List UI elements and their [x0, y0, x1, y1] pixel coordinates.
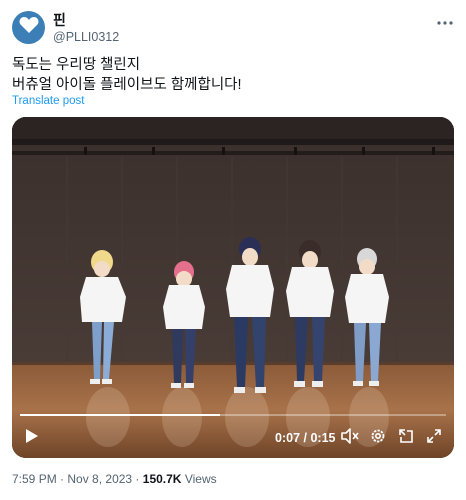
avatar[interactable] [12, 11, 45, 44]
post-text-line: 버츄얼 아이돌 플레이브도 함께합니다! [12, 77, 242, 93]
fullscreen-icon [426, 428, 442, 449]
video-controls: 0:07 / 0:15 [12, 418, 454, 458]
display-name[interactable]: 핀 [53, 12, 119, 29]
post-text-line: 독도는 우리땅 챌린지 [12, 57, 141, 73]
post-time[interactable]: 7:59 PM [12, 472, 57, 486]
current-time: 0:07 [275, 431, 301, 445]
more-icon [437, 12, 453, 30]
post-header: 핀 @PLLI0312 [12, 11, 456, 51]
play-button[interactable] [22, 428, 42, 448]
post-meta: 7:59 PM · Nov 8, 2023 · 150.7K Views [12, 472, 217, 486]
video-time: 0:07 / 0:15 [275, 431, 335, 445]
picture-in-picture-icon [398, 428, 414, 449]
views-count: 150.7K [142, 472, 182, 486]
more-options-button[interactable] [436, 15, 454, 27]
heart-icon [19, 16, 39, 39]
translate-post-link[interactable]: Translate post [12, 95, 84, 107]
play-icon [25, 428, 39, 449]
video-player[interactable]: 0:07 / 0:15 [12, 117, 454, 458]
video-frame [12, 117, 454, 458]
settings-button[interactable] [368, 428, 388, 448]
mute-button[interactable] [340, 427, 360, 449]
user-handle[interactable]: @PLLI0312 [53, 29, 119, 46]
meta-separator: · [56, 472, 68, 486]
video-progress-bar[interactable] [20, 414, 446, 416]
fullscreen-button[interactable] [424, 428, 444, 448]
author-info[interactable]: 핀 @PLLI0312 [53, 12, 119, 46]
pip-button[interactable] [396, 428, 416, 448]
gear-icon [370, 428, 386, 449]
volume-muted-icon [341, 427, 359, 449]
post-date[interactable]: Nov 8, 2023 [67, 472, 132, 486]
duration: 0:15 [310, 431, 336, 445]
views-label: Views [184, 472, 217, 486]
meta-separator: · [132, 472, 143, 486]
time-separator: / [300, 431, 311, 445]
post-text: 독도는 우리땅 챌린지 버츄얼 아이돌 플레이브도 함께합니다! [12, 55, 454, 95]
video-progress-fill [20, 414, 221, 416]
